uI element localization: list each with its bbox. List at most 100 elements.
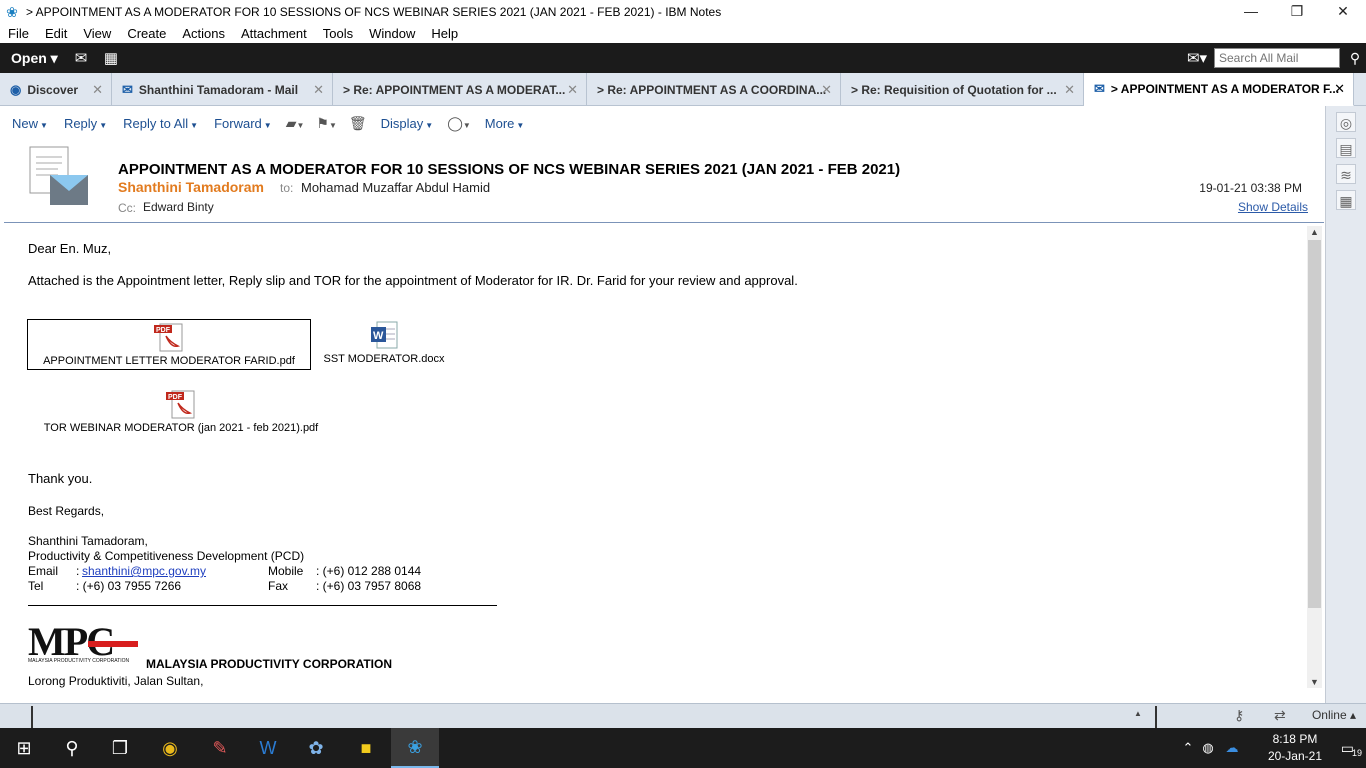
- feeds-icon[interactable]: ≋: [1336, 164, 1356, 184]
- search-icon[interactable]: ⚲: [1344, 50, 1366, 67]
- chat-icon[interactable]: ◯▼: [441, 115, 477, 132]
- vertical-scrollbar[interactable]: ▲ ▼: [1307, 226, 1322, 688]
- signature-divider: [28, 605, 497, 606]
- pdf-icon: PDF: [166, 390, 195, 419]
- sender-name[interactable]: Shanthini Tamadoram: [118, 179, 264, 195]
- menu-view[interactable]: View: [75, 26, 119, 41]
- chevron-up-icon[interactable]: ⌃: [1180, 740, 1196, 756]
- close-icon[interactable]: ✕: [1064, 82, 1075, 98]
- task-view-icon[interactable]: ❐: [96, 728, 144, 768]
- tel-label: Tel: [28, 579, 44, 593]
- show-details-link[interactable]: Show Details: [1238, 200, 1308, 214]
- tab-re-appointment-coordinator[interactable]: > Re: APPOINTMENT AS A COORDINA... ✕: [587, 73, 841, 106]
- action-bar: New ▼ Reply ▼ Reply to All ▼ Forward ▼ ▰▼ ⚑▼…: [4, 107, 1324, 139]
- cc-label: Cc:: [118, 201, 136, 215]
- search-icon[interactable]: ⚲: [48, 728, 96, 768]
- display-button[interactable]: Display ▼: [373, 116, 442, 131]
- to-label: to:: [280, 181, 294, 195]
- close-icon[interactable]: ✕: [821, 82, 832, 98]
- scroll-up-icon[interactable]: ▲: [1307, 227, 1322, 237]
- email-link[interactable]: shanthini@mpc.gov.my: [82, 564, 206, 578]
- sametime-icon[interactable]: ◎: [1336, 112, 1356, 132]
- logo-red-bar: [88, 641, 138, 647]
- scroll-down-icon[interactable]: ▼: [1307, 677, 1322, 687]
- svg-text:PDF: PDF: [168, 394, 183, 401]
- tab-label: > Re: APPOINTMENT AS A MODERAT...: [343, 82, 566, 97]
- trash-icon[interactable]: 🗑: [343, 115, 373, 132]
- close-icon[interactable]: ✕: [1334, 81, 1345, 97]
- attachment-name: SST MODERATOR.docx: [323, 353, 445, 365]
- menu-tools[interactable]: Tools: [315, 26, 361, 41]
- briefcase-icon[interactable]: ▤: [1336, 138, 1356, 158]
- tab-re-requisition[interactable]: > Re: Requisition of Quotation for ... ✕: [841, 73, 1084, 106]
- chrome-icon[interactable]: ◉: [146, 728, 194, 768]
- forward-button[interactable]: Forward ▼: [206, 116, 280, 131]
- scrollbar-thumb[interactable]: [1308, 240, 1321, 608]
- close-icon[interactable]: ✕: [567, 82, 578, 98]
- folder-icon[interactable]: ▰▼: [280, 115, 311, 132]
- status-up-icon[interactable]: ▲: [1134, 709, 1142, 718]
- sticky-notes-icon[interactable]: ■: [342, 728, 390, 768]
- title-bar: ❀ > APPOINTMENT AS A MODERATOR FOR 10 SE…: [0, 0, 1366, 23]
- menu-edit[interactable]: Edit: [37, 26, 75, 41]
- tab-re-appointment-moderator[interactable]: > Re: APPOINTMENT AS A MODERAT... ✕: [333, 73, 587, 106]
- mail-icon: ✉: [122, 81, 133, 97]
- attachment-tor-webinar[interactable]: PDF TOR WEBINAR MODERATOR (jan 2021 - fe…: [30, 389, 332, 434]
- fax-number: : (+6) 03 7957 8068: [316, 579, 422, 593]
- thanks-line: Thank you.: [28, 471, 93, 486]
- svg-text:PDF: PDF: [156, 327, 171, 334]
- notification-count: 19: [1351, 748, 1362, 758]
- taskbar-clock[interactable]: 8:18 PM 20-Jan-21: [1268, 731, 1322, 765]
- maximize-button[interactable]: ❐: [1274, 0, 1320, 23]
- network-icon[interactable]: ◍: [1196, 740, 1220, 756]
- tab-bar: ◉ Discover ✕ ✉ Shanthini Tamadoram - Mai…: [0, 73, 1366, 106]
- calendar-icon[interactable]: ▦: [96, 49, 126, 67]
- tab-appointment-moderator[interactable]: ✉ > APPOINTMENT AS A MODERATOR F... ✕: [1084, 73, 1354, 106]
- menu-actions[interactable]: Actions: [174, 26, 233, 41]
- palette-icon[interactable]: ✿: [292, 728, 340, 768]
- minimize-button[interactable]: —: [1228, 0, 1274, 23]
- menu-window[interactable]: Window: [361, 26, 423, 41]
- mobile-number: : (+6) 012 288 0144: [316, 564, 422, 578]
- mail-icon[interactable]: ✉: [66, 49, 96, 67]
- attachment-sst-moderator[interactable]: W SST MODERATOR.docx: [316, 320, 452, 365]
- key-icon[interactable]: ⚷: [1234, 707, 1244, 724]
- ibm-notes-icon[interactable]: ❀: [391, 728, 439, 768]
- email-colon: :: [76, 564, 80, 578]
- tab-mail[interactable]: ✉ Shanthini Tamadoram - Mail ✕: [112, 73, 333, 106]
- word-icon: W: [371, 321, 398, 349]
- org-name: MALAYSIA PRODUCTIVITY CORPORATION: [146, 657, 393, 671]
- recipient-name[interactable]: Mohamad Muzaffar Abdul Hamid: [301, 180, 490, 195]
- new-button[interactable]: New ▼: [4, 116, 56, 131]
- menu-help[interactable]: Help: [423, 26, 466, 41]
- search-input[interactable]: [1214, 48, 1340, 68]
- reply-button[interactable]: Reply ▼: [56, 116, 115, 131]
- regards-line: Best Regards,: [28, 504, 105, 518]
- close-icon[interactable]: ✕: [313, 82, 324, 98]
- flag-icon[interactable]: ⚑▼: [310, 115, 342, 132]
- clock-time: 8:18 PM: [1272, 732, 1318, 746]
- word-icon[interactable]: W: [244, 728, 292, 768]
- attachment-name: TOR WEBINAR MODERATOR (jan 2021 - feb 20…: [43, 422, 319, 434]
- replication-icon[interactable]: ⇄: [1274, 707, 1286, 724]
- menu-create[interactable]: Create: [119, 26, 174, 41]
- menu-attachment[interactable]: Attachment: [233, 26, 315, 41]
- tel-number: : (+6) 03 7955 7266: [76, 579, 182, 593]
- menu-file[interactable]: File: [0, 26, 37, 41]
- tab-discover[interactable]: ◉ Discover ✕: [0, 73, 112, 106]
- close-icon[interactable]: ✕: [92, 82, 103, 98]
- signature-department: Productivity & Competitiveness Developme…: [28, 549, 305, 563]
- more-button[interactable]: More ▼: [477, 116, 533, 131]
- cc-name[interactable]: Edward Binty: [143, 200, 214, 214]
- online-status[interactable]: Online ▴: [1312, 708, 1356, 722]
- mail-scope-icon[interactable]: ✉▾: [1184, 49, 1210, 67]
- reply-all-button[interactable]: Reply to All ▼: [115, 116, 206, 131]
- onedrive-icon[interactable]: ☁: [1220, 740, 1244, 756]
- windows-start-icon[interactable]: ⊞: [0, 728, 48, 768]
- attachment-appointment-letter[interactable]: PDF APPOINTMENT LETTER MODERATOR FARID.p…: [27, 319, 311, 370]
- open-button[interactable]: Open ▾: [0, 50, 66, 67]
- system-tray: ⌃ ◍ ☁: [1180, 728, 1244, 768]
- calendar-icon[interactable]: ▦: [1336, 190, 1356, 210]
- paint-icon[interactable]: ✎: [196, 728, 244, 768]
- close-button[interactable]: ✕: [1320, 0, 1366, 23]
